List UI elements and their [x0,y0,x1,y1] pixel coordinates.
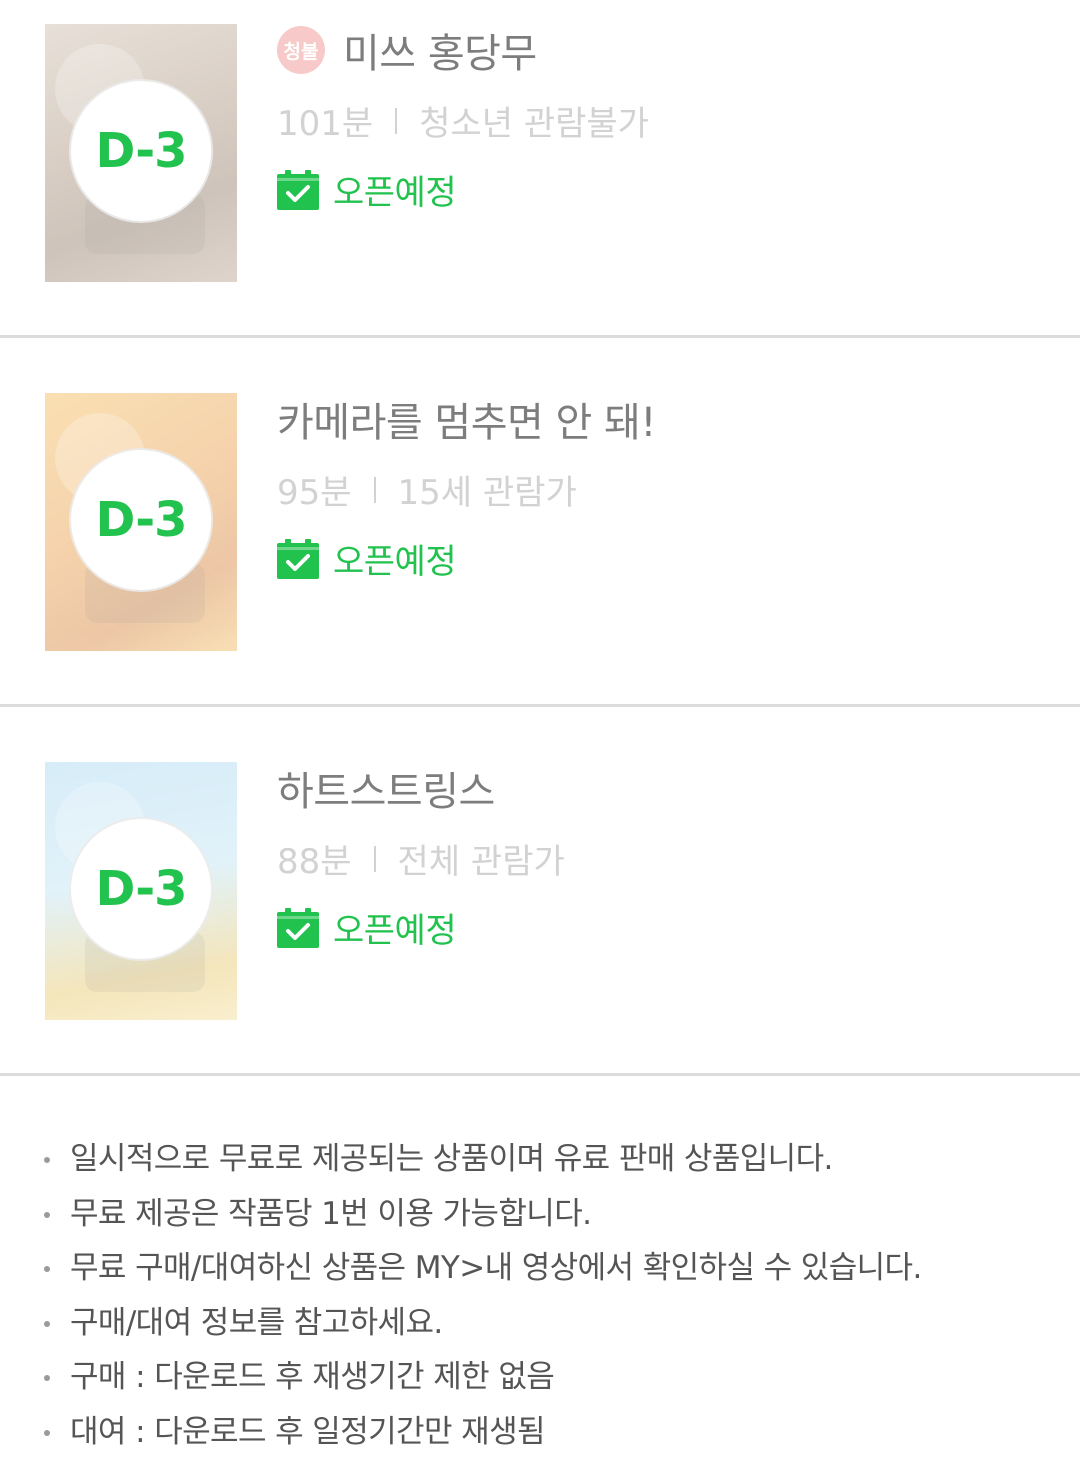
calendar-check-icon [277,907,319,948]
status-label: 오픈예정 [333,542,457,582]
adult-rating-badge: 청불 [277,26,325,74]
movie-item[interactable]: D-3 청불 미쓰 홍당무 101분 청소년 관람불가 오픈예정 [0,0,1080,338]
open-status: 오픈예정 [277,534,1040,583]
movie-meta: 95분 15세 관람가 [277,465,1040,514]
notice-item: 구매/대여 정보를 참고하세요. [0,1296,1080,1351]
status-label: 오픈예정 [333,173,457,213]
divider [373,845,376,872]
age-rating: 15세 관람가 [397,473,577,513]
bullet-dot-icon [44,1211,50,1218]
movie-info: 카메라를 멈추면 안 돼! 95분 15세 관람가 오픈예정 [277,393,1040,583]
notice-item: 대여 : 다운로드 후 일정기간만 재생됨 [0,1405,1080,1460]
bullet-dot-icon [44,1157,50,1163]
bullet-dot-icon [44,1320,50,1327]
notice-item: 무료 구매/대여하신 상품은 MY>내 영상에서 확인하실 수 있습니다. [0,1241,1080,1296]
bullet-dot-icon [44,1266,50,1272]
open-status: 오픈예정 [277,165,1040,214]
calendar-check-icon [277,538,319,579]
age-rating: 전체 관람가 [397,842,565,882]
age-rating: 청소년 관람불가 [419,104,649,144]
dday-badge: D-3 [71,450,211,590]
bullet-dot-icon [44,1375,50,1381]
notice-list: 일시적으로 무료로 제공되는 상품이며 유료 판매 상품입니다. 무료 제공은 … [0,1076,1080,1459]
calendar-check-icon [277,169,319,210]
movie-info: 청불 미쓰 홍당무 101분 청소년 관람불가 오픈예정 [277,24,1040,214]
divider [373,476,376,503]
notice-item: 무료 제공은 작품당 1번 이용 가능합니다. [0,1187,1080,1242]
movie-meta: 88분 전체 관람가 [277,834,1040,883]
runtime: 95분 [277,473,352,513]
status-label: 오픈예정 [333,911,457,951]
dday-badge: D-3 [71,819,211,959]
movie-list: D-3 청불 미쓰 홍당무 101분 청소년 관람불가 오픈예정 D-3 카메라… [0,0,1080,1076]
movie-info: 하트스트링스 88분 전체 관람가 오픈예정 [277,762,1040,952]
divider [395,107,398,134]
open-status: 오픈예정 [277,903,1040,952]
movie-title[interactable]: 카메라를 멈추면 안 돼! [277,390,656,448]
movie-item[interactable]: D-3 카메라를 멈추면 안 돼! 95분 15세 관람가 오픈예정 [0,338,1080,707]
movie-item[interactable]: D-3 하트스트링스 88분 전체 관람가 오픈예정 [0,707,1080,1076]
dday-badge: D-3 [71,81,211,221]
movie-title[interactable]: 미쓰 홍당무 [343,21,537,79]
movie-meta: 101분 청소년 관람불가 [277,96,1040,145]
bullet-dot-icon [44,1429,50,1436]
notice-item: 일시적으로 무료로 제공되는 상품이며 유료 판매 상품입니다. [0,1132,1080,1187]
movie-title[interactable]: 하트스트링스 [277,759,495,817]
runtime: 101분 [277,104,374,144]
notice-item: 구매 : 다운로드 후 재생기간 제한 없음 [0,1350,1080,1405]
runtime: 88분 [277,842,352,882]
